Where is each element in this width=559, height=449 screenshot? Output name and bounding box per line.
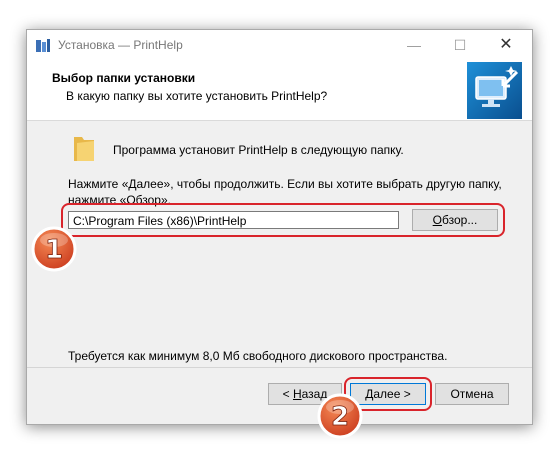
back-prefix: <: [282, 387, 293, 401]
installer-logo-icon: [467, 62, 522, 119]
highlight-frame-1: [61, 203, 505, 237]
folder-icon: [74, 137, 94, 161]
step-badge-1-number: 1: [45, 235, 63, 265]
disk-space-text: Требуется как минимум 8,0 Мб свободного …: [68, 349, 448, 363]
wizard-header: Выбор папки установки В какую папку вы х…: [27, 62, 532, 121]
minimize-button[interactable]: —: [391, 30, 437, 62]
maximize-button[interactable]: ☐: [437, 30, 483, 62]
install-location-text: Программа установит PrintHelp в следующу…: [113, 143, 404, 157]
page-title: Выбор папки установки: [52, 71, 196, 85]
cancel-button[interactable]: Отмена: [435, 383, 509, 405]
close-button[interactable]: ✕: [483, 30, 529, 62]
step-badge-2-number: 2: [331, 402, 349, 432]
step-badge-1: 1: [31, 226, 77, 272]
instruction-line-1: Нажмите «Далее», чтобы продолжить. Если …: [68, 177, 502, 191]
installer-window: Установка — PrintHelp — ☐ ✕ Выбор папки …: [26, 29, 533, 425]
step-badge-2: 2: [317, 393, 363, 439]
title-bar[interactable]: Установка — PrintHelp — ☐ ✕: [27, 30, 532, 62]
installer-app-icon: [36, 39, 50, 52]
back-access-key: Н: [292, 387, 302, 401]
window-title: Установка — PrintHelp: [58, 38, 183, 52]
footer-divider: [27, 367, 532, 368]
page-subtitle: В какую папку вы хотите установить Print…: [66, 89, 328, 103]
